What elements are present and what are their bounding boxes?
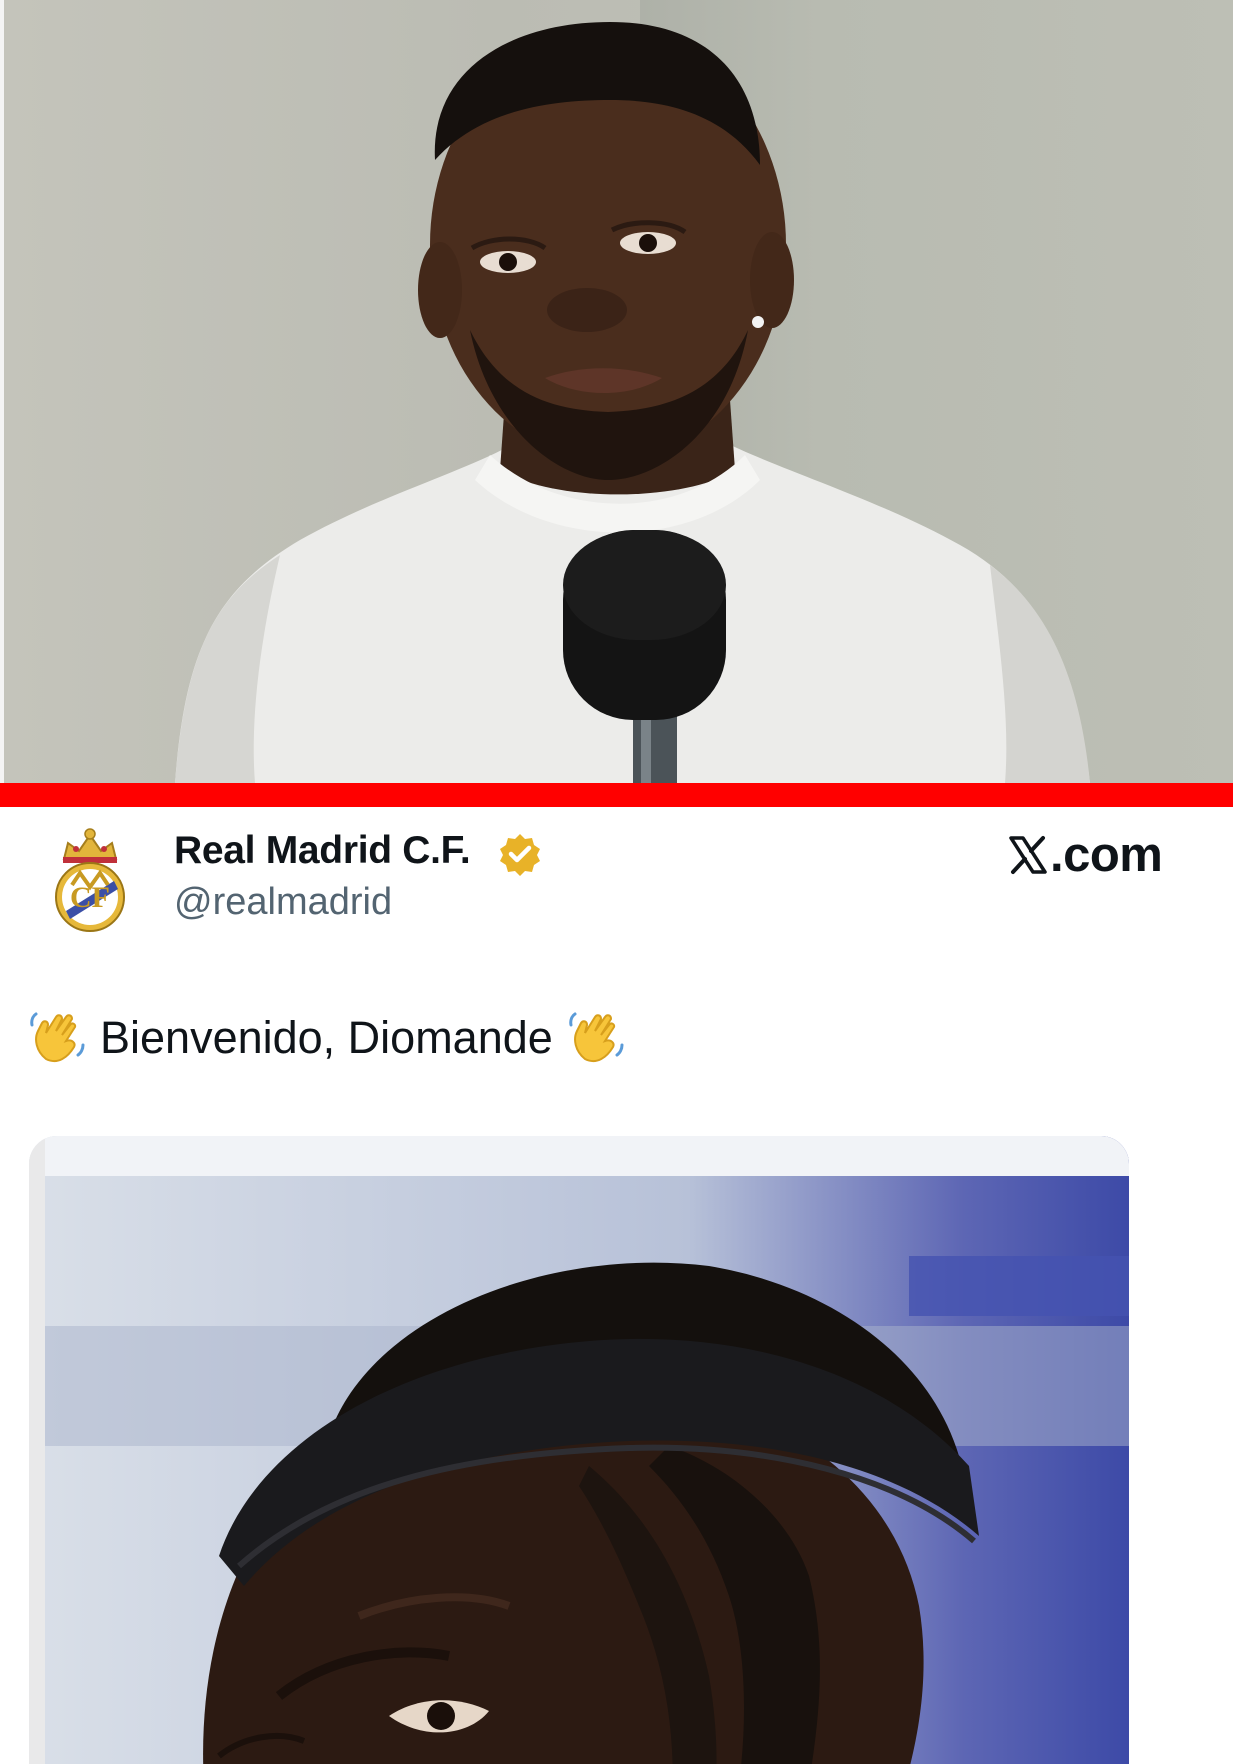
waving-hand-emoji-start xyxy=(30,1012,85,1063)
accent-bar xyxy=(0,783,1233,807)
x-brand-domain: .com xyxy=(1050,828,1163,882)
tweet-media-image[interactable] xyxy=(29,1136,1129,1764)
screen: CF Real Madrid C.F. @realmadrid .com Bie… xyxy=(0,0,1233,1764)
tweet-text-row: Bienvenido, Diomande xyxy=(28,1008,625,1068)
x-logo-icon xyxy=(1008,831,1048,887)
account-name[interactable]: Real Madrid C.F. xyxy=(174,829,471,873)
waving-hand-emoji-end xyxy=(569,1012,624,1063)
presenter-video xyxy=(0,0,1233,783)
verified-badge-icon xyxy=(498,832,542,876)
account-handle[interactable]: @realmadrid xyxy=(174,881,392,924)
real-madrid-crest-icon[interactable]: CF xyxy=(46,825,134,933)
video-left-edge xyxy=(0,0,4,783)
tweet-text: Bienvenido, Diomande xyxy=(100,1012,553,1063)
x-brand[interactable]: .com xyxy=(1008,827,1163,887)
player-photo xyxy=(29,1136,1129,1764)
presenter-illustration xyxy=(175,22,1090,783)
media-left-strip xyxy=(29,1136,45,1764)
